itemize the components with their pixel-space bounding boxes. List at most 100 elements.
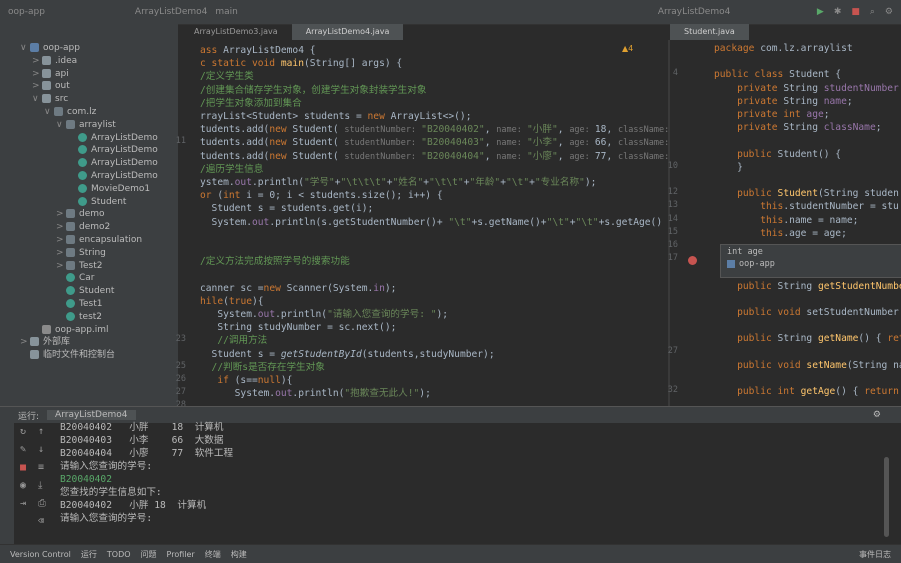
tree-item[interactable]: > out <box>32 80 70 93</box>
status-event-log[interactable]: 事件日志 <box>859 549 891 560</box>
code-line[interactable]: System.out.println("抱歉查无此人!"); <box>200 387 431 400</box>
tree-item[interactable]: > api <box>32 68 69 81</box>
tree-item[interactable]: > demo2 <box>56 221 110 234</box>
code-line[interactable]: this.studentNumber = stu <box>714 200 899 213</box>
code-line[interactable]: package com.lz.arraylist <box>714 42 853 55</box>
console-output[interactable]: B20040402 小胖 18 计算机 B20040403 小李 66 大数据 B2… <box>60 421 233 525</box>
tree-item[interactable]: Student <box>68 196 126 209</box>
tree-item[interactable]: 临时文件和控制台 <box>20 349 115 362</box>
tree-item[interactable]: > String <box>56 247 106 260</box>
left-code-editor[interactable]: ass ArrayListDemo4 {c static void main(S… <box>200 40 668 406</box>
settings-icon[interactable]: ⚙ <box>885 7 893 17</box>
code-line[interactable]: private String name; <box>714 95 853 108</box>
code-line[interactable]: /创建集合储存学生对象，创建学生对象封装学生对象 <box>200 84 426 97</box>
status-todo[interactable]: TODO <box>107 550 131 559</box>
code-line[interactable]: ass ArrayListDemo4 { <box>200 44 316 57</box>
code-line[interactable]: public class Student { <box>714 68 841 81</box>
code-line[interactable]: ystem.out.println("学号"+"\t\t\t"+"姓名"+"\t… <box>200 176 596 189</box>
tree-item[interactable]: Student <box>56 285 114 298</box>
code-line[interactable]: public int getAge() { return <box>714 385 899 398</box>
rerun-icon[interactable]: ↻ <box>20 426 26 437</box>
chevron-icon[interactable]: > <box>56 247 66 260</box>
status-build[interactable]: 构建 <box>231 549 247 560</box>
code-line[interactable]: public void setName(String na <box>714 359 901 372</box>
tree-item[interactable]: > demo <box>56 208 105 221</box>
code-line[interactable]: /定义方法完成按照学号的搜索功能 <box>200 255 350 268</box>
code-line[interactable]: //判断s是否存在学生对象 <box>200 361 325 374</box>
tree-item[interactable]: ∨ src <box>32 93 68 106</box>
right-code-editor[interactable]: package com.lz.arraylist public class Stu… <box>714 40 901 406</box>
console-scrollbar[interactable] <box>884 457 889 537</box>
code-line[interactable]: this.name = name; <box>714 214 858 227</box>
exit-icon[interactable]: ⇥ <box>20 498 26 509</box>
code-line[interactable]: private String className; <box>714 121 881 134</box>
code-line[interactable]: or (int i = 0; i < students.size(); i++)… <box>200 189 443 202</box>
tree-item[interactable]: ArrayListDemo <box>68 144 158 157</box>
status-terminal[interactable]: 终端 <box>205 549 221 560</box>
tree-item[interactable]: MovieDemo1 <box>68 183 150 196</box>
tree-item[interactable]: > Test2 <box>56 260 102 273</box>
chevron-icon[interactable]: > <box>20 336 30 349</box>
down-icon[interactable]: ↓ <box>38 444 44 455</box>
code-line[interactable]: public Student() { <box>714 148 841 161</box>
chevron-icon[interactable]: ∨ <box>44 106 54 119</box>
tab-student[interactable]: Student.java <box>670 24 749 40</box>
chevron-icon[interactable]: > <box>32 68 42 81</box>
run-config-name[interactable]: ArrayListDemo4 <box>658 7 730 17</box>
project-name[interactable]: oop-app <box>8 7 45 17</box>
stop-run-icon[interactable]: ■ <box>20 462 26 473</box>
code-line[interactable]: private String studentNumber <box>714 82 899 95</box>
scroll-end-icon[interactable]: ⤓ <box>38 480 42 491</box>
debug-icon[interactable]: ✱ <box>834 7 842 17</box>
wrench-icon[interactable]: ✎ <box>20 444 26 455</box>
code-line[interactable]: Student s = getStudentById(students,stud… <box>200 348 495 361</box>
tree-item[interactable]: > 外部库 <box>20 336 70 349</box>
chevron-icon[interactable]: > <box>56 260 66 273</box>
status-profiler[interactable]: Profiler <box>167 550 195 559</box>
tree-item[interactable]: > encapsulation <box>56 234 142 247</box>
run-icon[interactable]: ▶ <box>817 7 824 17</box>
chevron-icon[interactable]: ∨ <box>56 119 66 132</box>
status-run[interactable]: 运行 <box>81 549 97 560</box>
status-problems[interactable]: 问题 <box>141 549 157 560</box>
code-line[interactable]: private int age; <box>714 108 829 121</box>
tree-item[interactable]: Test1 <box>56 298 102 311</box>
tree-item[interactable]: ∨ com.lz <box>44 106 96 119</box>
branch-name[interactable]: main <box>215 7 238 17</box>
tree-item[interactable]: ArrayListDemo <box>68 170 158 183</box>
tree-item[interactable]: > .idea <box>32 55 77 68</box>
chevron-icon[interactable]: > <box>56 234 66 247</box>
code-line[interactable]: /把学生对象添加到集合 <box>200 97 302 110</box>
wrap-icon[interactable]: ≡ <box>38 462 44 473</box>
code-line[interactable]: System.out.println(s.getStudentNumber()+… <box>200 216 663 229</box>
tree-item[interactable]: ArrayListDemo <box>68 157 158 170</box>
code-line[interactable]: if (s==null){ <box>200 374 292 387</box>
code-line[interactable]: public Student(String studen <box>714 187 899 200</box>
chevron-icon[interactable]: ∨ <box>20 42 30 55</box>
status-version-control[interactable]: Version Control <box>10 550 71 559</box>
code-line[interactable]: hile(true){ <box>200 295 264 308</box>
code-line[interactable]: public String getName() { ret <box>714 332 901 345</box>
tab-arraylistdemo4[interactable]: ArrayListDemo4.java <box>291 24 404 40</box>
tree-item[interactable]: ∨ arraylist <box>56 119 116 132</box>
code-line[interactable]: tudents.add(new Student( studentNumber: … <box>200 136 668 149</box>
tree-item[interactable]: ArrayListDemo <box>68 132 158 145</box>
code-line[interactable]: /遍历学生信息 <box>200 163 263 176</box>
tree-item[interactable]: oop-app.iml <box>32 324 109 337</box>
chevron-icon[interactable]: > <box>56 208 66 221</box>
code-line[interactable]: } <box>714 161 743 174</box>
code-line[interactable]: //调用方法 <box>200 334 267 347</box>
code-line[interactable]: public void setStudentNumber <box>714 306 899 319</box>
current-file[interactable]: ArrayListDemo4 <box>135 7 207 17</box>
chevron-icon[interactable]: > <box>32 55 42 68</box>
stop-icon[interactable]: ■ <box>851 7 860 17</box>
print-icon[interactable]: ⎙ <box>38 498 46 509</box>
chevron-icon[interactable]: > <box>32 80 42 93</box>
run-settings-icon[interactable]: ⚙ <box>873 410 881 420</box>
search-icon[interactable]: ⌕ <box>870 7 875 17</box>
code-line[interactable]: System.out.println("请输入您查询的学号: "); <box>200 308 448 321</box>
tab-arraylistdemo3[interactable]: ArrayListDemo3.java <box>180 24 292 40</box>
code-line[interactable]: String studyNumber = sc.next(); <box>200 321 396 334</box>
tree-item[interactable]: Car <box>56 272 95 285</box>
code-line[interactable]: Student s = students.get(i); <box>200 202 374 215</box>
